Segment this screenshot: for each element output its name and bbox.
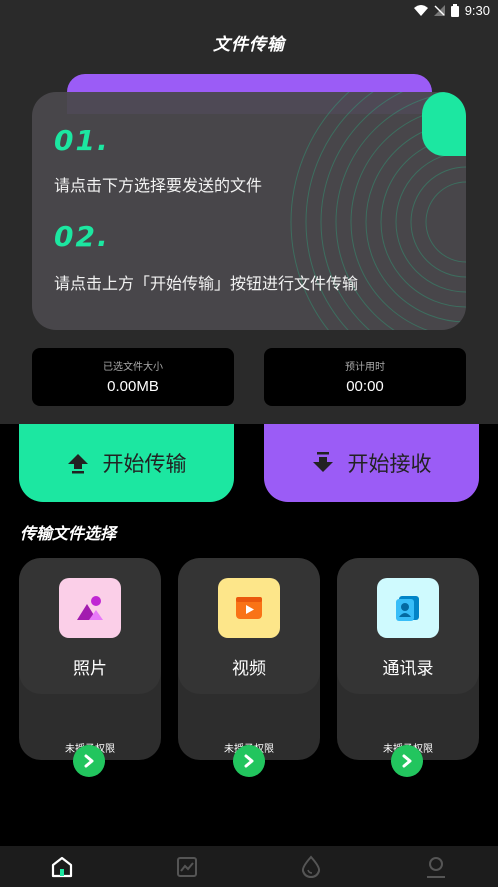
- step-2-number: 02.: [54, 220, 110, 253]
- nav-profile[interactable]: [374, 846, 498, 887]
- section-title: 传输文件选择: [20, 524, 117, 543]
- status-bar: 9:30: [0, 0, 498, 22]
- contacts-label: 通讯录: [382, 659, 434, 679]
- estimated-time-value: 00:00: [346, 378, 384, 395]
- photo-go-button[interactable]: [73, 745, 105, 777]
- start-receive-button[interactable]: 开始接收: [264, 424, 479, 502]
- page-title: 文件传输: [213, 35, 285, 55]
- profile-icon: [426, 856, 445, 878]
- video-label: 视频: [232, 659, 266, 679]
- nav-drop[interactable]: [249, 846, 374, 887]
- chart-icon: [176, 856, 197, 877]
- status-time: 9:30: [464, 3, 490, 18]
- start-send-button[interactable]: 开始传输: [19, 424, 234, 502]
- video-icon: [218, 578, 280, 638]
- contacts-card[interactable]: 通讯录 未授予权限: [337, 558, 479, 760]
- photo-label: 照片: [73, 659, 107, 679]
- video-card[interactable]: 视频 未授予权限: [178, 558, 320, 760]
- chevron-right-icon: [84, 754, 94, 768]
- step-1-text: 请点击下方选择要发送的文件: [54, 176, 263, 195]
- nav-stats[interactable]: [125, 846, 250, 887]
- upload-arrow-icon: [67, 454, 88, 474]
- corner-decoration: [422, 92, 466, 156]
- contacts-icon: [377, 578, 439, 638]
- photo-card[interactable]: 照片 未授予权限: [19, 558, 161, 760]
- start-receive-label: 开始接收: [347, 452, 432, 476]
- chevron-right-icon: [244, 754, 254, 768]
- estimated-time-box: 预计用时 00:00: [264, 348, 466, 406]
- drop-icon: [302, 855, 321, 878]
- instructions-card: 01. 请点击下方选择要发送的文件 02. 请点击上方「开始传输」按钮进行文件传…: [32, 92, 466, 330]
- battery-icon: [450, 4, 459, 17]
- selected-size-box: 已选文件大小 0.00MB: [32, 348, 234, 406]
- wifi-icon: [413, 5, 428, 16]
- start-send-label: 开始传输: [102, 452, 187, 476]
- selected-size-label: 已选文件大小: [103, 362, 163, 373]
- photo-icon: [59, 578, 121, 638]
- step-1-number: 01.: [54, 124, 110, 157]
- video-go-button[interactable]: [233, 745, 265, 777]
- bottom-nav: [0, 846, 498, 887]
- selected-size-value: 0.00MB: [107, 378, 159, 395]
- nav-home[interactable]: [0, 846, 125, 887]
- download-arrow-icon: [312, 452, 333, 472]
- chevron-right-icon: [402, 754, 412, 768]
- home-icon: [52, 856, 73, 877]
- step-2-text: 请点击上方「开始传输」按钮进行文件传输: [54, 274, 359, 293]
- no-signal-icon: [433, 5, 445, 16]
- contacts-go-button[interactable]: [391, 745, 423, 777]
- estimated-time-label: 预计用时: [345, 362, 385, 373]
